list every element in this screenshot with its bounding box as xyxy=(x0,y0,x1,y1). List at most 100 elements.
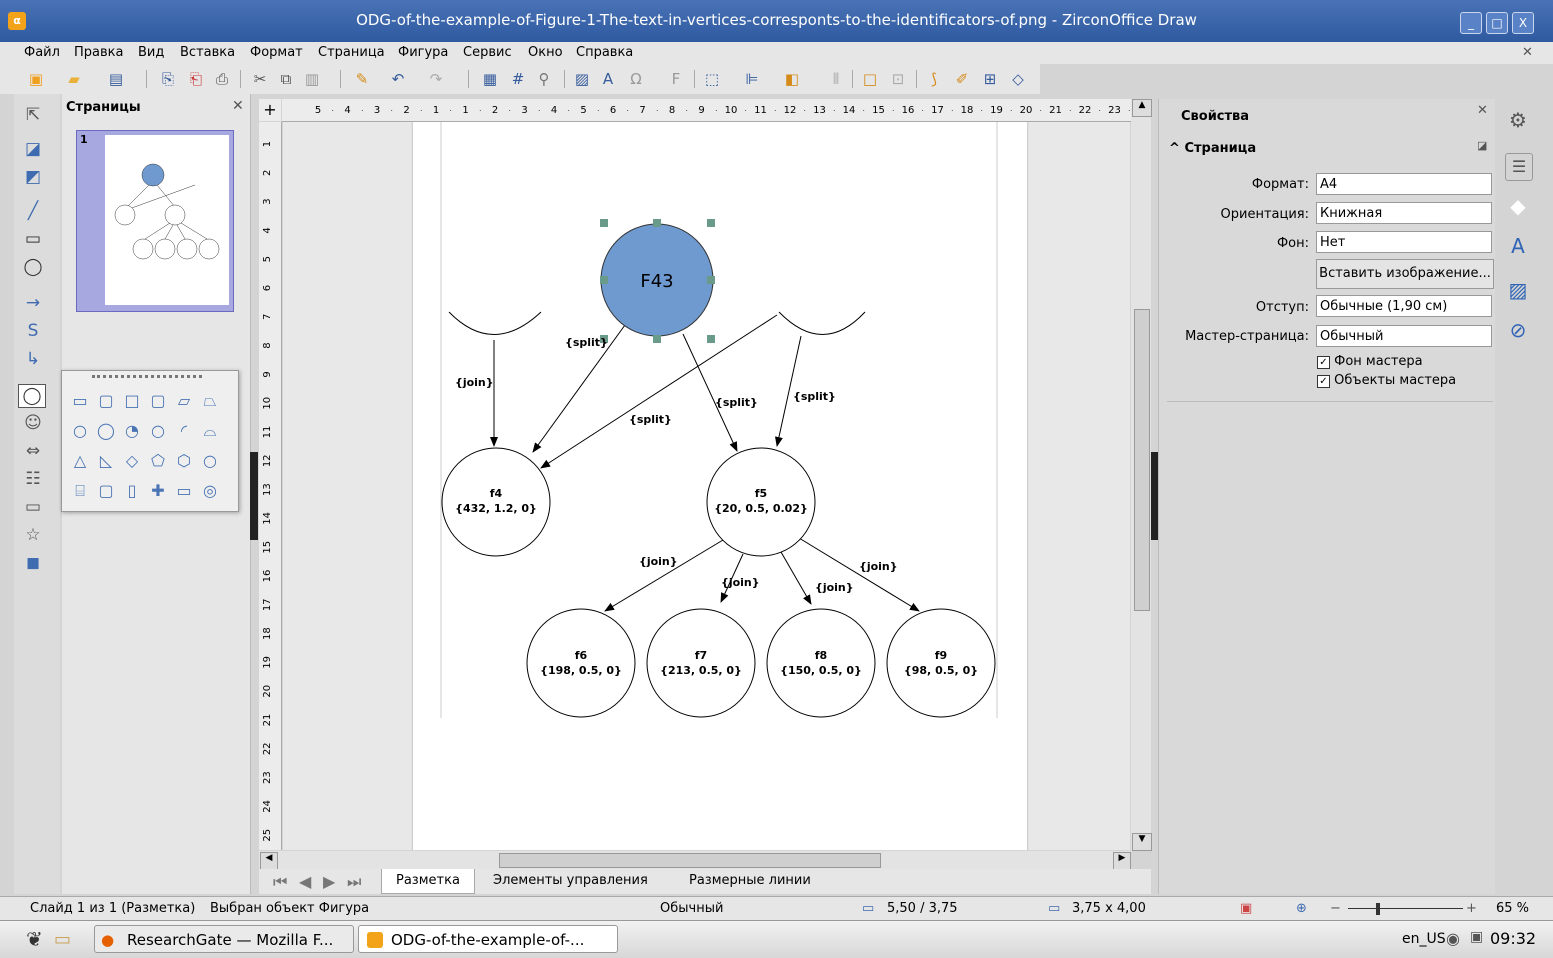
zoom-slider-knob[interactable] xyxy=(1376,903,1380,915)
vertical-scroll-thumb[interactable] xyxy=(1134,309,1150,611)
right-splitter-handle[interactable] xyxy=(1151,452,1158,540)
block-arc-shape-icon[interactable]: ⌓ xyxy=(200,423,220,439)
tray-icon[interactable]: ▣ xyxy=(1470,929,1483,945)
pentagon-shape-icon[interactable]: ⬠ xyxy=(148,453,168,469)
background-select[interactable]: Нет xyxy=(1316,231,1492,253)
circle-pie-shape-icon[interactable]: ◔ xyxy=(122,423,142,439)
stars-icon[interactable]: ☆ xyxy=(20,524,46,546)
special-character-icon[interactable]: Ω xyxy=(626,69,646,89)
triangle-shape-icon[interactable]: △ xyxy=(70,453,90,469)
status-zoom[interactable]: 65 % xyxy=(1496,901,1529,916)
menu-tools[interactable]: Сервис xyxy=(463,45,512,60)
keyboard-layout[interactable]: en_US xyxy=(1402,931,1446,947)
menu-view[interactable]: Вид xyxy=(138,45,164,60)
rectangle-shape-icon[interactable]: ▭ xyxy=(70,393,90,409)
master-background-checkbox[interactable]: ✓ Фон мастера xyxy=(1317,354,1423,369)
master-objects-checkbox[interactable]: ✓ Объекты мастера xyxy=(1317,373,1456,388)
crop-icon[interactable]: ⊡ xyxy=(888,69,908,89)
cross-shape-icon[interactable]: ✚ xyxy=(148,483,168,499)
points-icon[interactable]: ⟆ xyxy=(924,69,944,89)
ruler-origin-icon[interactable]: + xyxy=(259,99,281,121)
export-pdf-icon[interactable]: ⎗ xyxy=(186,69,206,89)
tab-dimension-lines[interactable]: Размерные линии xyxy=(689,873,811,888)
insert-textbox-icon[interactable]: A xyxy=(598,69,618,89)
hexagon-shape-icon[interactable]: ⬡ xyxy=(174,453,194,469)
close-properties-icon[interactable]: ✕ xyxy=(1477,103,1488,118)
vertical-scrollbar[interactable]: ▲ ▼ xyxy=(1131,99,1152,851)
minimize-button[interactable]: _ xyxy=(1460,12,1482,34)
zoom-icon[interactable]: ⚲ xyxy=(534,69,554,89)
menu-format[interactable]: Формат xyxy=(250,45,303,60)
scroll-down-icon[interactable]: ▼ xyxy=(1132,833,1152,851)
square-shape-icon[interactable]: □ xyxy=(122,393,142,409)
right-triangle-shape-icon[interactable]: ◺ xyxy=(96,453,116,469)
scroll-left-icon[interactable]: ◀ xyxy=(260,852,278,870)
export-icon[interactable]: ⎘ xyxy=(158,69,178,89)
task-firefox[interactable]: ● ResearchGate — Mozilla F... xyxy=(94,925,354,953)
open-folder-icon[interactable]: ▰ xyxy=(64,69,84,89)
close-button[interactable]: X xyxy=(1512,12,1534,34)
menu-edit[interactable]: Правка xyxy=(74,45,123,60)
horizontal-scroll-thumb[interactable] xyxy=(499,853,881,868)
align-icon[interactable]: ⊫ xyxy=(742,69,762,89)
octagon-2-shape-icon[interactable]: ○ xyxy=(200,453,220,469)
ring-shape-icon[interactable]: ◎ xyxy=(200,483,220,499)
print-icon[interactable]: ⎙ xyxy=(212,69,232,89)
copy-icon[interactable]: ⧉ xyxy=(276,69,296,89)
curve-tool-icon[interactable]: S xyxy=(20,320,46,342)
callouts-icon[interactable]: ▭ xyxy=(20,496,46,518)
file-manager-icon[interactable]: ▭ xyxy=(54,929,71,950)
interaction-icon[interactable]: ◇ xyxy=(1008,69,1028,89)
cylinder-shape-icon[interactable]: ⌸ xyxy=(70,483,90,499)
sidebar-settings-icon[interactable]: ⚙ xyxy=(1505,107,1531,133)
menu-insert[interactable]: Вставка xyxy=(180,45,235,60)
block-arrows-icon[interactable]: ⇔ xyxy=(20,440,46,462)
navigator-deck-icon[interactable]: ⊘ xyxy=(1505,317,1531,343)
close-document-icon[interactable]: ✕ xyxy=(1522,45,1533,60)
save-icon[interactable]: ▤ xyxy=(106,69,126,89)
3d-objects-icon[interactable]: ◼ xyxy=(20,552,46,574)
toggle-extrusion-icon[interactable]: ⊞ xyxy=(980,69,1000,89)
insert-image-icon[interactable]: ▨ xyxy=(572,69,592,89)
line-arrow-icon[interactable]: → xyxy=(20,292,46,314)
fontwork-icon[interactable]: F xyxy=(666,69,686,89)
scroll-up-icon[interactable]: ▲ xyxy=(1132,99,1152,117)
parallelogram-shape-icon[interactable]: ▱ xyxy=(174,393,194,409)
menu-help[interactable]: Справка xyxy=(576,45,633,60)
rectangle-tool-icon[interactable]: ▭ xyxy=(20,228,46,250)
menu-page[interactable]: Страница xyxy=(318,45,385,60)
slide-thumbnail[interactable]: 1 xyxy=(76,130,234,312)
start-menu-icon[interactable]: ❦ xyxy=(26,927,43,951)
flowchart-icon[interactable]: ☷ xyxy=(20,468,46,490)
shapes-deck-icon[interactable]: ◆ xyxy=(1505,193,1531,219)
arc-shape-icon[interactable]: ◜ xyxy=(174,423,194,439)
left-splitter-handle[interactable] xyxy=(250,452,258,540)
connector-tool-icon[interactable]: ↳ xyxy=(20,348,46,370)
octagon-shape-icon[interactable]: ○ xyxy=(148,423,168,439)
tab-layout[interactable]: Разметка xyxy=(381,869,475,894)
folded-corner-shape-icon[interactable]: ▯ xyxy=(122,483,142,499)
basic-shapes-icon[interactable]: ◯ xyxy=(18,384,46,408)
properties-deck-icon[interactable]: ☰ xyxy=(1505,153,1533,181)
fit-page-icon[interactable]: ⊕ xyxy=(1296,901,1307,916)
ellipse-shape-icon[interactable]: ◯ xyxy=(96,423,116,439)
menu-window[interactable]: Окно xyxy=(528,45,563,60)
circle-shape-icon[interactable]: ○ xyxy=(70,423,90,439)
gallery-deck-icon[interactable]: ▨ xyxy=(1505,277,1531,303)
close-panel-icon[interactable]: ✕ xyxy=(232,98,244,114)
styles-deck-icon[interactable]: A xyxy=(1505,233,1531,259)
ellipse-tool-icon[interactable]: ◯ xyxy=(20,256,46,278)
document-modified-icon[interactable]: ▣ xyxy=(1240,901,1252,916)
horizontal-scrollbar[interactable]: ◀ ▶ xyxy=(259,851,1131,870)
zoom-in-icon[interactable]: + xyxy=(1466,901,1477,916)
frame-shape-icon[interactable]: ▭ xyxy=(174,483,194,499)
menu-shape[interactable]: Фигура xyxy=(398,45,448,60)
cube-shape-icon[interactable]: ▢ xyxy=(96,483,116,499)
orientation-select[interactable]: Книжная xyxy=(1316,202,1492,224)
tab-controls[interactable]: Элементы управления xyxy=(493,873,648,888)
task-zircon-draw[interactable]: ODG-of-the-example-of-... xyxy=(358,925,618,953)
volume-icon[interactable]: ◉ xyxy=(1446,929,1460,948)
rounded-square-shape-icon[interactable]: ▢ xyxy=(148,393,168,409)
vertical-ruler[interactable]: 1 2 3 4 5 6 7 8 9 10 11 12 13 14 15 16 17 18 19 20 21 22 23 24 2… xyxy=(259,122,282,850)
shadow-icon[interactable]: □ xyxy=(860,69,880,89)
